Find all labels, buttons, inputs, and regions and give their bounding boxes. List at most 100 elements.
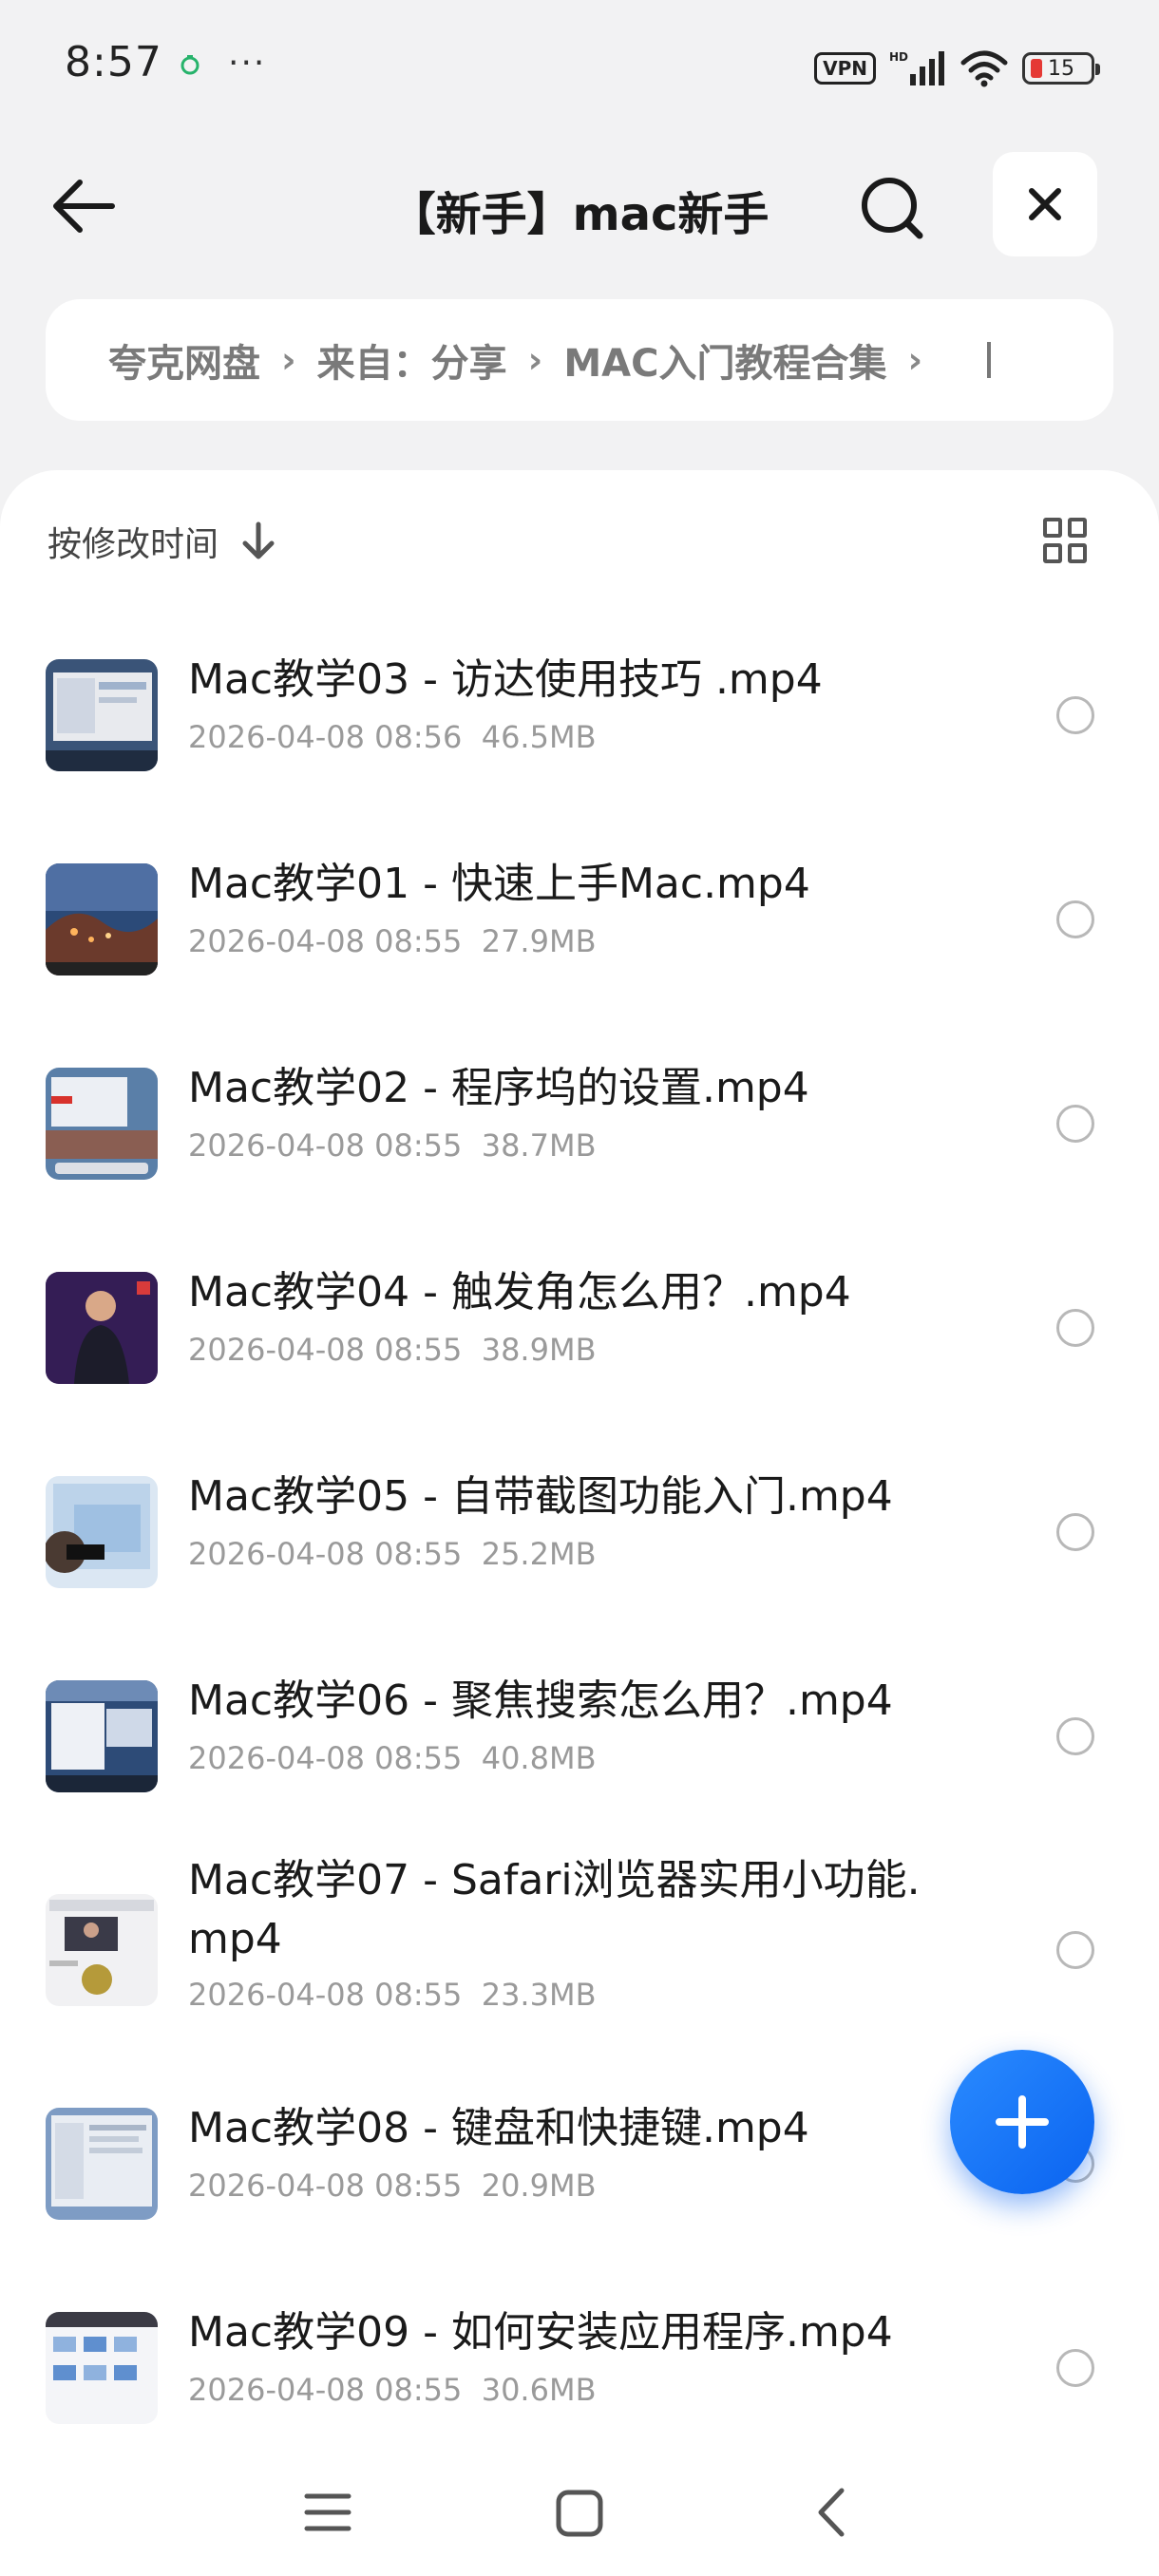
video-thumbnail <box>46 1271 158 1384</box>
file-date: 2026-04-08 08:55 <box>188 2168 463 2204</box>
video-thumbnail <box>46 862 158 975</box>
file-date: 2026-04-08 08:55 <box>188 1332 463 1368</box>
file-size: 23.3MB <box>481 1977 597 2013</box>
file-size: 20.9MB <box>481 2168 597 2204</box>
file-date: 2026-04-08 08:55 <box>188 1740 463 1776</box>
file-size: 30.6MB <box>481 2372 597 2408</box>
more-notifications-icon: ··· <box>228 44 267 83</box>
file-meta: 2026-04-08 08:55 38.7MB <box>188 1127 597 1164</box>
breadcrumb-item-root[interactable]: 夸克网盘 <box>108 332 260 388</box>
file-meta: 2026-04-08 08:55 30.6MB <box>188 2372 597 2408</box>
breadcrumb-item-share[interactable]: 来自：分享 <box>317 332 507 388</box>
select-radio[interactable] <box>1056 1308 1094 1347</box>
select-radio[interactable] <box>1056 2348 1094 2387</box>
file-name: Mac教学06 - 聚焦搜索怎么用？.mp4 <box>188 1676 893 1725</box>
file-name: Mac教学07 - Safari浏览器实用小功能. mp4 <box>188 1851 967 1969</box>
status-time: 8:57 <box>65 38 162 86</box>
vpn-badge: VPN <box>814 52 876 85</box>
file-row[interactable]: Mac教学04 - 触发角怎么用？.mp4 2026-04-08 08:55 3… <box>0 1225 1159 1430</box>
file-row[interactable]: Mac教学05 - 自带截图功能入门.mp4 2026-04-08 08:55 … <box>0 1430 1159 1634</box>
video-thumbnail <box>46 2107 158 2220</box>
file-size: 27.9MB <box>481 923 597 959</box>
file-panel: 按修改时间 Mac教学03 - 访达使用技巧 .mp4 2026-04-08 0… <box>0 470 1159 2576</box>
battery-icon: 15 <box>1022 52 1100 85</box>
video-thumbnail <box>46 658 158 771</box>
close-button[interactable] <box>993 152 1097 256</box>
file-name: Mac教学05 - 自带截图功能入门.mp4 <box>188 1472 893 1521</box>
plus-icon <box>996 2095 1049 2149</box>
file-name-line2: mp4 <box>188 1915 282 1963</box>
menu-button[interactable] <box>290 2479 366 2546</box>
add-button[interactable] <box>950 2050 1094 2194</box>
video-thumbnail <box>46 1067 158 1180</box>
status-bar: 8:57 ··· VPN HD 15 <box>0 0 1159 133</box>
file-date: 2026-04-08 08:56 <box>188 719 463 755</box>
page-title: 【新手】mac新手 <box>390 188 770 241</box>
search-button[interactable] <box>855 171 931 247</box>
home-button[interactable] <box>542 2479 618 2546</box>
chevron-right-icon: › <box>527 339 543 381</box>
file-row[interactable]: Mac教学03 - 访达使用技巧 .mp4 2026-04-08 08:56 4… <box>0 613 1159 817</box>
file-name: Mac教学08 - 键盘和快捷键.mp4 <box>188 2104 809 2152</box>
menu-icon <box>304 2493 352 2531</box>
file-meta: 2026-04-08 08:55 23.3MB <box>188 1977 597 2013</box>
select-radio[interactable] <box>1056 1930 1094 1969</box>
select-radio[interactable] <box>1056 695 1094 734</box>
video-thumbnail <box>46 1475 158 1588</box>
video-thumbnail <box>46 2311 158 2424</box>
select-radio[interactable] <box>1056 1104 1094 1143</box>
file-row[interactable]: Mac教学06 - 聚焦搜索怎么用？.mp4 2026-04-08 08:55 … <box>0 1634 1159 1838</box>
file-name: Mac教学01 - 快速上手Mac.mp4 <box>188 860 810 908</box>
sort-label: 按修改时间 <box>48 525 219 564</box>
file-name: Mac教学09 - 如何安装应用程序.mp4 <box>188 2308 893 2357</box>
wifi-icon <box>960 50 1008 87</box>
notification-app-icon <box>180 55 200 75</box>
battery-percent: 15 <box>1048 56 1074 81</box>
file-size: 46.5MB <box>481 719 597 755</box>
file-row[interactable]: Mac教学01 - 快速上手Mac.mp4 2026-04-08 08:55 2… <box>0 817 1159 1021</box>
grid-view-icon[interactable] <box>1043 518 1089 563</box>
breadcrumb-item-collection[interactable]: MAC入门教程合集 <box>563 332 886 388</box>
close-icon <box>1029 188 1061 220</box>
file-size: 38.7MB <box>481 1127 597 1164</box>
system-back-button[interactable] <box>794 2479 870 2546</box>
video-thumbnail <box>46 1679 158 1792</box>
file-date: 2026-04-08 08:55 <box>188 1977 463 2013</box>
home-icon <box>556 2490 603 2537</box>
file-name-line1: Mac教学07 - Safari浏览器实用小功能. <box>188 1856 921 1904</box>
breadcrumb-cursor <box>987 342 992 378</box>
file-date: 2026-04-08 08:55 <box>188 1536 463 1572</box>
file-row[interactable]: Mac教学07 - Safari浏览器实用小功能. mp4 2026-04-08… <box>0 1838 1159 2061</box>
file-meta: 2026-04-08 08:55 27.9MB <box>188 923 597 959</box>
file-meta: 2026-04-08 08:55 25.2MB <box>188 1536 597 1572</box>
breadcrumb: 夸克网盘 › 来自：分享 › MAC入门教程合集 › <box>46 299 1113 421</box>
back-chevron-icon <box>818 2488 845 2537</box>
select-radio[interactable] <box>1056 1716 1094 1755</box>
file-name: Mac教学04 - 触发角怎么用？.mp4 <box>188 1268 851 1316</box>
file-size: 40.8MB <box>481 1740 597 1776</box>
file-date: 2026-04-08 08:55 <box>188 1127 463 1164</box>
battery-level <box>1031 59 1042 78</box>
file-meta: 2026-04-08 08:55 20.9MB <box>188 2168 597 2204</box>
select-radio[interactable] <box>1056 900 1094 938</box>
video-thumbnail <box>46 1893 158 2006</box>
file-row[interactable]: Mac教学09 - 如何安装应用程序.mp4 2026-04-08 08:55 … <box>0 2265 1159 2470</box>
file-row[interactable]: Mac教学02 - 程序坞的设置.mp4 2026-04-08 08:55 38… <box>0 1021 1159 1225</box>
system-nav-bar <box>0 2451 1159 2576</box>
file-date: 2026-04-08 08:55 <box>188 923 463 959</box>
file-size: 25.2MB <box>481 1536 597 1572</box>
sort-selector[interactable]: 按修改时间 <box>48 518 277 565</box>
file-meta: 2026-04-08 08:55 38.9MB <box>188 1332 597 1368</box>
arrow-down-icon <box>242 521 275 559</box>
file-size: 38.9MB <box>481 1332 597 1368</box>
file-meta: 2026-04-08 08:55 40.8MB <box>188 1740 597 1776</box>
file-date: 2026-04-08 08:55 <box>188 2372 463 2408</box>
chevron-right-icon: › <box>281 339 296 381</box>
select-radio[interactable] <box>1056 1512 1094 1551</box>
svg-text:HD: HD <box>889 50 908 64</box>
file-meta: 2026-04-08 08:56 46.5MB <box>188 719 597 755</box>
status-icons: VPN HD 15 <box>814 47 1100 89</box>
chevron-right-icon: › <box>907 339 923 381</box>
header: 【新手】mac新手 <box>0 142 1159 266</box>
file-name: Mac教学02 - 程序坞的设置.mp4 <box>188 1064 809 1112</box>
